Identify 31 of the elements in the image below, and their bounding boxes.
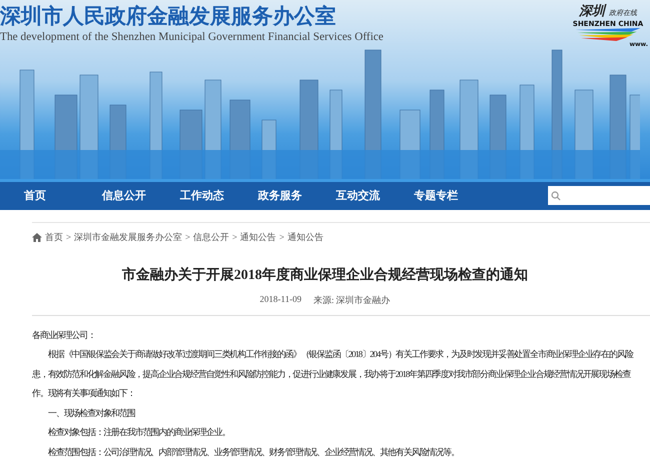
breadcrumb-link[interactable]: 通知公告 bbox=[287, 230, 324, 244]
breadcrumb-link[interactable]: 通知公告 bbox=[240, 230, 276, 244]
paragraph-line: 一、现场检查对象和范围 bbox=[47, 406, 135, 420]
search-field[interactable] bbox=[548, 186, 650, 206]
breadcrumb-separator: > bbox=[279, 232, 284, 242]
site-title: 深圳市人民政府金融发展服务办公室 bbox=[0, 3, 336, 30]
breadcrumb-link[interactable]: 信息公开 bbox=[193, 230, 230, 244]
nav-link[interactable]: 互动交流 bbox=[336, 188, 414, 204]
nav-link[interactable]: 政务服务 bbox=[258, 188, 336, 204]
site-subtitle: The development of the Shenzhen Municipal Government Financial Services Office bbox=[0, 30, 384, 45]
article-date: 2018-11-09 bbox=[260, 294, 302, 306]
nav-link[interactable]: 首页 bbox=[24, 188, 102, 204]
article-source: 来源: 深圳市金融办 bbox=[313, 294, 390, 306]
paragraph-line: 检查对象包括：注册在我市范围内的商业保理企业。 bbox=[47, 426, 230, 439]
home-icon bbox=[32, 232, 42, 242]
paragraph-line: 各商业保理公司： bbox=[32, 328, 96, 342]
paragraph-line: 检查范围包括：公司治理情况、内部管理情况、业务管理情况、财务管理情况、企业经营情况、其他有关风险情况等。 bbox=[47, 446, 459, 458]
paragraph-line: 患，有效防范和化解金融风险，提高企业合规经营自觉性和风险防控能力，促进行业健康发展，我办将于2018年第四季度对我市部分商业保理企业合规经营情况开展现场检查 bbox=[32, 368, 630, 380]
logo-calligraphy: 深圳 bbox=[579, 2, 605, 20]
paragraph-line: 根据《中国银保监会关于商请做好改革过渡期间三类机构工作衔接的函》（银保监函〔2018〕204号）有关工作要求，为及时发现并妥善处置全市商业保理企业存在的风险 bbox=[47, 348, 633, 361]
nav-link[interactable]: 信息公开 bbox=[102, 188, 180, 204]
nav-link[interactable]: 专题专栏 bbox=[414, 188, 492, 204]
breadcrumb-link[interactable]: 首页 bbox=[45, 230, 63, 244]
breadcrumb-separator: > bbox=[66, 232, 72, 242]
article-title: 市金融办关于开展2018年度商业保理企业合规经营现场检查的通知 bbox=[121, 266, 529, 284]
breadcrumb-separator: > bbox=[185, 232, 190, 242]
nav-link[interactable]: 工作动态 bbox=[180, 188, 258, 204]
breadcrumb-link[interactable]: 深圳市金融发展服务办公室 bbox=[74, 230, 182, 244]
breadcrumb-separator: > bbox=[232, 232, 238, 242]
search-icon bbox=[551, 190, 561, 201]
paragraph-line: 作。现将有关事项通知如下： bbox=[32, 387, 135, 400]
